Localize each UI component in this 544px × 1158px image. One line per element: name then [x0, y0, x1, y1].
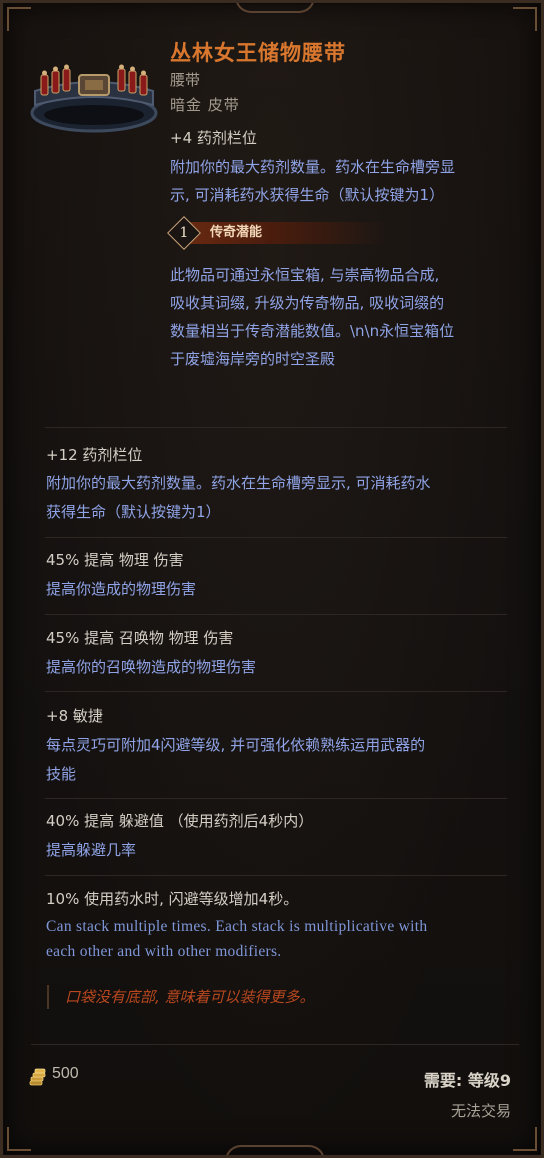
affix-mod: 40% 提高 躲避值 （使用药剂后4秒内）: [46, 812, 314, 830]
level-requirement: 需要: 等级9: [423, 1071, 511, 1090]
frame-ornament: [235, 3, 315, 13]
item-rarity: 暗金 皮带: [170, 96, 240, 114]
belt-icon: [30, 64, 158, 133]
frame-corner: [513, 7, 537, 31]
divider: [45, 875, 507, 876]
gold-coins-icon: [29, 1068, 46, 1086]
divider: [45, 691, 507, 692]
implicit-desc-line-1: 附加你的最大药剂数量。药水在生命槽旁显: [170, 158, 456, 176]
divider: [45, 537, 507, 538]
potential-desc-line-1: 此物品可通过永恒宝箱, 与崇高物品合成,: [170, 266, 440, 284]
potential-desc-line-4: 于废墟海岸旁的时空圣殿: [170, 350, 336, 368]
trade-status: 无法交易: [450, 1102, 511, 1120]
divider: [31, 1044, 519, 1045]
item-tooltip: 丛林女王储物腰带 腰带 暗金 皮带 +4 药剂栏位 附加你的最大药剂数量。药水在…: [0, 0, 544, 1158]
implicit-mod: +4 药剂栏位: [170, 129, 257, 147]
divider: [45, 427, 507, 428]
lore-text: 口袋没有底部, 意味着可以装得更多。: [47, 985, 315, 1009]
affix-desc: 每点灵巧可附加4闪避等级, 并可强化依赖熟练运用武器的: [46, 736, 426, 754]
affix-mod: +12 药剂栏位: [46, 446, 143, 464]
affix-desc: 提高你造成的物理伤害: [46, 580, 197, 598]
affix-desc: 技能: [46, 765, 77, 783]
affix-desc: 获得生命（默认按键为1）: [46, 503, 221, 521]
implicit-desc-line-2: 示, 可消耗药水获得生命（默认按键为1）: [170, 186, 445, 204]
affix-desc: each other and with other modifiers.: [46, 943, 282, 960]
affix-desc: 提高躲避几率: [46, 841, 137, 859]
item-name: 丛林女王储物腰带: [170, 41, 346, 65]
frame-ornament: [225, 1145, 325, 1155]
potential-value: 1: [179, 225, 189, 241]
affix-mod: 45% 提高 物理 伤害: [46, 551, 184, 569]
divider: [45, 798, 507, 799]
divider: [45, 614, 507, 615]
potential-desc-line-3: 数量相当于传奇潜能数值。\n\n永恒宝箱位: [170, 322, 455, 340]
potential-desc-line-2: 吸收其词缀, 升级为传奇物品, 吸收词缀的: [170, 294, 445, 312]
affix-mod: +8 敏捷: [46, 707, 103, 725]
affix-desc: 附加你的最大药剂数量。药水在生命槽旁显示, 可消耗药水: [46, 474, 431, 492]
frame-corner: [7, 1127, 31, 1151]
legendary-potential-banner: 1 传奇潜能: [167, 216, 386, 250]
affix-desc: Can stack multiple times. Each stack is …: [46, 918, 428, 935]
affix-desc: 提高你的召唤物造成的物理伤害: [46, 658, 257, 676]
gold-value: 500: [52, 1065, 79, 1082]
affix-mod: 10% 使用药水时, 闪避等级增加4秒。: [46, 890, 299, 908]
frame-corner: [513, 1127, 537, 1151]
item-type: 腰带: [170, 71, 201, 89]
potential-label: 传奇潜能: [210, 225, 263, 240]
affix-mod: 45% 提高 召唤物 物理 伤害: [46, 629, 234, 647]
frame-corner: [7, 7, 31, 31]
